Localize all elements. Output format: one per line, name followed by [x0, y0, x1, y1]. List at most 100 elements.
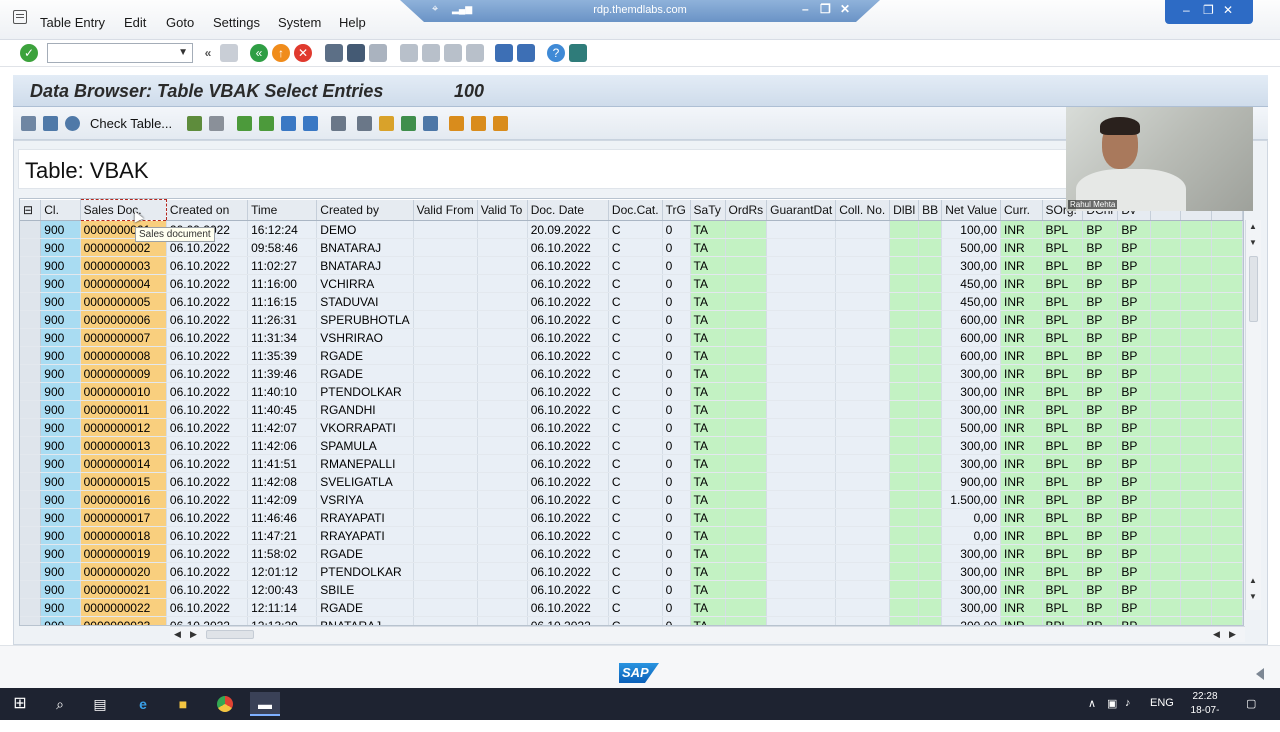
table-cell[interactable] [1180, 526, 1213, 545]
table-cell[interactable]: 06.10.2022 [166, 418, 249, 437]
table-cell[interactable]: 0 [662, 346, 691, 365]
column-header[interactable]: SaTy [690, 199, 726, 221]
table-cell[interactable]: TA [690, 400, 726, 419]
table-cell[interactable]: BP [1117, 508, 1151, 527]
table-cell[interactable]: 500,00 [941, 418, 1001, 437]
table-cell[interactable] [725, 292, 768, 311]
row-selector[interactable] [20, 364, 42, 383]
collapse-icon[interactable]: « [199, 44, 217, 62]
table-cell[interactable]: 900 [40, 346, 81, 365]
deselect-all-icon[interactable] [209, 116, 224, 131]
table-cell[interactable] [918, 544, 943, 563]
status-toggle-icon[interactable] [1256, 668, 1264, 680]
row-selector[interactable] [20, 346, 42, 365]
table-cell[interactable] [1150, 580, 1182, 599]
table-cell[interactable]: BP [1082, 274, 1119, 293]
table-cell[interactable] [477, 220, 528, 239]
table-cell[interactable]: 11:42:07 [247, 418, 318, 437]
column-header[interactable]: Time [247, 199, 318, 221]
table-cell[interactable]: C [608, 382, 663, 401]
table-cell[interactable]: 0000000012 [80, 418, 167, 437]
table-cell[interactable]: 0 [662, 220, 691, 239]
table-cell[interactable]: INR [1000, 382, 1043, 401]
table-cell[interactable]: BP [1082, 256, 1119, 275]
layout-icon[interactable] [449, 116, 464, 131]
table-cell[interactable]: 11:35:39 [247, 346, 318, 365]
table-cell[interactable]: C [608, 292, 663, 311]
excel-icon[interactable] [401, 116, 416, 131]
table-cell[interactable]: 0000000017 [80, 508, 167, 527]
table-cell[interactable] [835, 310, 891, 329]
table-cell[interactable]: BPL [1042, 328, 1084, 347]
table-cell[interactable]: TA [690, 292, 726, 311]
table-cell[interactable]: INR [1000, 418, 1043, 437]
table-cell[interactable] [477, 598, 528, 617]
menu-edit[interactable]: Edit [124, 15, 146, 30]
table-cell[interactable]: 500,00 [941, 238, 1001, 257]
table-cell[interactable] [413, 418, 478, 437]
table-cell[interactable] [918, 472, 943, 491]
find-next-icon[interactable] [369, 44, 387, 62]
table-cell[interactable]: 300,00 [941, 580, 1001, 599]
table-cell[interactable]: 900 [40, 364, 81, 383]
table-cell[interactable] [918, 562, 943, 581]
table-cell[interactable]: BPL [1042, 382, 1084, 401]
table-cell[interactable]: INR [1000, 580, 1043, 599]
column-header[interactable]: DlBl [889, 199, 920, 221]
scroll-down-icon[interactable]: ▼ [1249, 592, 1257, 601]
table-cell[interactable] [766, 292, 837, 311]
table-cell[interactable] [725, 328, 768, 347]
table-cell[interactable] [1150, 562, 1182, 581]
table-cell[interactable]: BPL [1042, 238, 1084, 257]
table-cell[interactable]: INR [1000, 490, 1043, 509]
table-row[interactable]: 900 0000000004 06.10.2022 11:16:00 VCHIRRA 06… [20, 274, 1243, 293]
table-cell[interactable]: RRAYAPATI [316, 526, 414, 545]
table-cell[interactable] [1211, 274, 1243, 293]
table-cell[interactable]: TA [690, 544, 726, 563]
command-field[interactable]: ▼ [47, 43, 193, 63]
table-cell[interactable]: BP [1117, 454, 1151, 473]
table-cell[interactable] [1150, 418, 1182, 437]
table-cell[interactable] [1180, 328, 1213, 347]
table-cell[interactable]: BP [1117, 292, 1151, 311]
table-cell[interactable] [725, 526, 768, 545]
table-cell[interactable]: 900 [40, 616, 81, 625]
details-icon[interactable] [43, 116, 58, 131]
table-cell[interactable]: INR [1000, 562, 1043, 581]
table-cell[interactable]: 16:12:24 [247, 220, 318, 239]
table-cell[interactable]: BP [1117, 526, 1151, 545]
table-cell[interactable]: 600,00 [941, 346, 1001, 365]
table-cell[interactable]: TA [690, 220, 726, 239]
scroll-left-icon[interactable]: ◀ [174, 629, 181, 640]
table-cell[interactable] [889, 580, 920, 599]
table-cell[interactable]: BP [1082, 220, 1119, 239]
table-cell[interactable] [835, 256, 891, 275]
table-cell[interactable]: 0 [662, 472, 691, 491]
table-cell[interactable] [766, 238, 837, 257]
views-icon[interactable] [379, 116, 394, 131]
table-cell[interactable]: PTENDOLKAR [316, 382, 414, 401]
table-cell[interactable] [477, 256, 528, 275]
table-cell[interactable]: BPL [1042, 310, 1084, 329]
table-cell[interactable] [1150, 454, 1182, 473]
table-cell[interactable] [477, 418, 528, 437]
table-cell[interactable] [835, 580, 891, 599]
table-cell[interactable]: BPL [1042, 544, 1084, 563]
table-cell[interactable]: C [608, 238, 663, 257]
table-row[interactable]: 900 0000000016 06.10.2022 11:42:09 VSRIYA 06.… [20, 490, 1243, 509]
row-selector[interactable] [20, 472, 42, 491]
table-cell[interactable]: 06.10.2022 [527, 508, 609, 527]
table-cell[interactable] [889, 562, 920, 581]
table-cell[interactable] [1211, 544, 1243, 563]
table-cell[interactable]: 900 [40, 580, 81, 599]
table-cell[interactable]: 06.10.2022 [166, 292, 249, 311]
table-cell[interactable]: TA [690, 238, 726, 257]
table-cell[interactable] [725, 220, 768, 239]
table-cell[interactable] [889, 328, 920, 347]
table-cell[interactable] [766, 598, 837, 617]
table-cell[interactable]: 06.10.2022 [166, 256, 249, 275]
table-cell[interactable] [889, 490, 920, 509]
print-icon[interactable] [325, 44, 343, 62]
table-cell[interactable]: 0 [662, 418, 691, 437]
table-cell[interactable] [835, 544, 891, 563]
